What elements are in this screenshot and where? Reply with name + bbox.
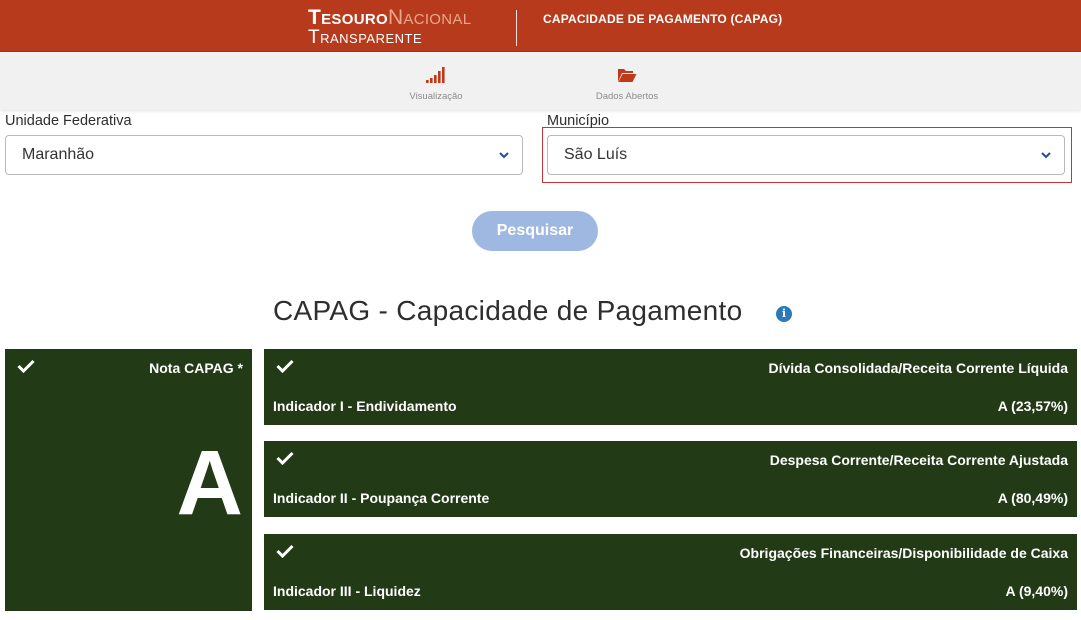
folder-open-icon <box>586 63 668 83</box>
logo-transparente: Transparente <box>308 27 423 48</box>
nav-visualizacao[interactable]: Visualização <box>398 63 474 102</box>
search-button[interactable]: Pesquisar <box>472 211 598 251</box>
indicator-card: Obrigações Financeiras/Disponibilidade d… <box>264 534 1077 610</box>
indicator-score: A (9,40%) <box>1005 583 1068 599</box>
header-divider <box>516 10 517 46</box>
chevron-down-icon <box>498 148 510 166</box>
indicator-name: Indicador I - Endividamento <box>273 398 457 414</box>
municipio-label: Município <box>547 113 610 129</box>
logo-tesouro: Tesouro <box>308 6 388 29</box>
nota-capag-card: Nota CAPAG * <box>5 349 252 611</box>
bar-signal-icon <box>398 63 474 83</box>
indicator-formula: Despesa Corrente/Receita Corrente Ajusta… <box>769 452 1068 468</box>
uf-select[interactable]: Maranhão <box>5 135 523 175</box>
nav-dados-abertos[interactable]: Dados Abertos <box>586 63 668 102</box>
info-icon[interactable]: i <box>776 306 792 322</box>
sub-navigation: Visualização Dados Abertos <box>0 53 1081 110</box>
indicator-score: A (23,57%) <box>997 398 1068 414</box>
indicator-formula: Obrigações Financeiras/Disponibilidade d… <box>739 545 1068 561</box>
tesouro-nacional-logo[interactable]: TesouroNacional Transparente <box>308 6 472 48</box>
uf-selected-value: Maranhão <box>22 146 95 163</box>
indicator-formula: Dívida Consolidada/Receita Corrente Líqu… <box>768 360 1068 376</box>
chevron-down-icon <box>1040 148 1052 166</box>
municipio-selected-value: São Luís <box>564 146 628 163</box>
nav-label-dados-abertos: Dados Abertos <box>595 91 659 102</box>
indicator-card: Despesa Corrente/Receita Corrente Ajusta… <box>264 441 1077 517</box>
indicator-score: A (80,49%) <box>997 490 1068 506</box>
municipio-select[interactable]: São Luís <box>547 135 1065 175</box>
page-title: CAPAG - Capacidade de Pagamento <box>273 295 743 326</box>
check-icon <box>276 359 294 378</box>
check-icon <box>276 544 294 563</box>
check-icon <box>276 451 294 470</box>
indicator-card: Dívida Consolidada/Receita Corrente Líqu… <box>264 349 1077 425</box>
check-icon <box>17 359 35 378</box>
app-title: CAPACIDADE DE PAGAMENTO (CAPAG) <box>543 12 783 26</box>
indicator-name: Indicador III - Liquidez <box>273 583 421 599</box>
nota-capag-title: Nota CAPAG * <box>149 360 243 376</box>
uf-label: Unidade Federativa <box>5 113 132 129</box>
logo-nacional: Nacional <box>387 6 472 29</box>
nav-label-visualizacao: Visualização <box>409 91 463 102</box>
indicator-name: Indicador II - Poupança Corrente <box>273 490 490 506</box>
top-header: TesouroNacional Transparente CAPACIDADE … <box>0 0 1081 52</box>
